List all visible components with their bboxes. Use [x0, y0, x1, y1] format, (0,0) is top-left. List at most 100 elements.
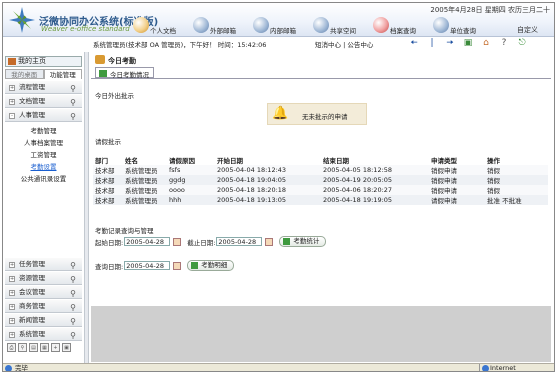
external-mail-icon	[193, 17, 209, 33]
search-icon[interactable]: ⚲	[70, 329, 76, 342]
refresh-icon[interactable]: ▣	[462, 38, 474, 48]
nav-personal-docs[interactable]: 个人文档	[129, 16, 189, 35]
message-center-links[interactable]: 短消中心 | 公告中心	[315, 39, 373, 49]
col-name: 姓名	[125, 157, 138, 165]
cell: 销假申请	[429, 165, 485, 175]
back-arrow-icon[interactable]: 🠤	[408, 38, 420, 48]
search-icon[interactable]: ⚲	[70, 96, 76, 109]
main-panel: 今日考勤 今日考勤情况 今日外出批示 🔔 无未批示的申请 请假批示 部门 姓名 …	[91, 52, 551, 362]
cell: hhh	[167, 195, 215, 205]
nav-unit-query[interactable]: 单位查询	[429, 16, 489, 35]
tab-my-desktop[interactable]: 我的桌面	[5, 69, 44, 79]
search-icon[interactable]: ⚲	[70, 287, 76, 300]
sidebar-item-documents[interactable]: + 文档管理 ⚲	[5, 95, 82, 108]
window-icon[interactable]: ▣	[62, 343, 71, 352]
cancel-leave-link[interactable]: 销假	[485, 165, 548, 175]
find-icon[interactable]: ⚲	[18, 343, 27, 352]
sidebar-tabs: 我的桌面 功能管理	[5, 69, 82, 79]
cancel-leave-link[interactable]: 销假	[485, 185, 548, 195]
col-action: 操作	[487, 157, 500, 165]
cell: 技术部	[93, 195, 123, 205]
table-row: 技术部 系统管理员 oooo 2005-04-18 18:20:18 2005-…	[93, 185, 548, 195]
help-icon[interactable]: ?	[498, 38, 510, 48]
sidebar-item-tasks[interactable]: + 任务管理 ⚲	[5, 258, 82, 271]
attendance-detail-button[interactable]: 考勤明细	[187, 260, 235, 271]
nav-internal-mail[interactable]: 内部邮箱	[249, 16, 309, 35]
submenu-attendance-settings[interactable]: 考勤设置	[5, 161, 82, 171]
notice-box: 🔔 无未批示的申请	[267, 103, 367, 125]
bell-icon: 🔔	[272, 106, 289, 121]
cell: 2005-04-18 19:13:05	[215, 195, 321, 205]
tab-today-attendance[interactable]: 今日考勤情况	[95, 67, 154, 79]
cell: 技术部	[93, 165, 123, 175]
cancel-leave-link[interactable]: 销假	[485, 175, 548, 185]
separator: |	[430, 38, 434, 48]
sidebar-item-business[interactable]: + 商务管理 ⚲	[5, 300, 82, 313]
today-out-heading: 今日外出批示	[95, 92, 134, 100]
start-date-field[interactable]: 2005-04-28	[124, 237, 171, 246]
nav-shared-space[interactable]: 共享空间	[309, 16, 369, 35]
submenu-salary[interactable]: 工资管理	[5, 149, 82, 159]
exit-icon[interactable]: ⎋	[516, 38, 528, 48]
sidebar-item-news[interactable]: + 新闻管理 ⚲	[5, 314, 82, 327]
app-subtitle: Weaver e-office standard	[41, 25, 130, 33]
weaver-logo-icon	[9, 7, 35, 33]
document-icon	[283, 238, 291, 245]
attendance-stats-button[interactable]: 考勤统计	[279, 236, 327, 247]
tab-function-management[interactable]: 功能管理	[43, 69, 82, 79]
home-icon[interactable]: ⌂	[480, 38, 492, 48]
col-dept: 部门	[95, 157, 108, 165]
app-header: 泛微协同办公系统(标准版) Weaver e-office standard 2…	[3, 3, 554, 37]
calendar-icon[interactable]	[265, 237, 274, 246]
document-icon	[99, 70, 107, 77]
table-header-row: 部门 姓名 请假原因 开始日期 结束日期 申请类型 操作	[93, 155, 548, 165]
my-homepage-link[interactable]: 我的主页	[5, 56, 82, 67]
nav-external-mail[interactable]: 外部邮箱	[189, 16, 249, 35]
query-heading: 考勤记录查询与管理	[95, 227, 154, 235]
sidebar-item-system[interactable]: + 系统管理 ⚲	[5, 328, 82, 341]
search-icon[interactable]: ⚲	[70, 259, 76, 272]
search-icon[interactable]: ⚲	[70, 82, 76, 95]
sidebar-tools: ⎙ ⚲ ▤ ▦ + ▣	[7, 343, 71, 352]
approve-links[interactable]: 批准 不批准	[485, 195, 548, 205]
cell: 系统管理员	[123, 185, 167, 195]
table-row: 技术部 系统管理员 hhh 2005-04-18 19:13:05 2005-0…	[93, 195, 548, 205]
submenu-hr-archive[interactable]: 人事档案管理	[5, 137, 82, 147]
search-icon[interactable]: ⚲	[70, 110, 76, 123]
expand-icon: +	[9, 304, 15, 310]
customize-link[interactable]: 自定义	[517, 25, 538, 35]
ie-page-icon	[5, 365, 12, 371]
query-date-field[interactable]: 2005-04-28	[124, 261, 171, 270]
forward-arrow-icon[interactable]: 🠦	[444, 38, 456, 48]
header-datetime: 2005年4月28日 星期四 农历三月二十	[430, 6, 550, 14]
unit-query-icon	[433, 17, 449, 33]
sidebar-splitter[interactable]	[84, 52, 89, 364]
cell: 系统管理员	[123, 165, 167, 175]
cell: 技术部	[93, 185, 123, 195]
cell: 请假申请	[429, 195, 485, 205]
cell: 2005-04-19 20:05:05	[321, 175, 429, 185]
calendar-icon[interactable]	[173, 237, 182, 246]
submenu-attendance[interactable]: 考勤管理	[5, 125, 82, 135]
sidebar-item-hr[interactable]: - 人事管理 ⚲	[5, 109, 82, 122]
submenu-address-book[interactable]: 公共通讯录设置	[5, 173, 82, 183]
sidebar-item-workflow[interactable]: + 流程管理 ⚲	[5, 81, 82, 94]
page-title: 今日考勤	[95, 55, 136, 66]
sidebar-item-resources[interactable]: + 资源管理 ⚲	[5, 272, 82, 285]
cell: 2005-04-18 19:19:05	[321, 195, 429, 205]
end-date-field[interactable]: 2005-04-28	[216, 237, 263, 246]
expand-icon: +	[9, 99, 15, 105]
print-icon[interactable]: ⎙	[7, 343, 16, 352]
expand-icon: +	[9, 318, 15, 324]
calendar-icon[interactable]	[173, 261, 182, 270]
nav-archive-query[interactable]: 档案查询	[369, 16, 429, 35]
add-icon[interactable]: +	[51, 343, 60, 352]
search-icon[interactable]: ⚲	[70, 301, 76, 314]
search-icon[interactable]: ⚲	[70, 273, 76, 286]
calendar-icon[interactable]: ▦	[40, 343, 49, 352]
search-icon[interactable]: ⚲	[70, 315, 76, 328]
table-row: 技术部 系统管理员 fsfs 2005-04-04 18:12:43 2005-…	[93, 165, 548, 175]
sidebar-item-meetings[interactable]: + 会议管理 ⚲	[5, 286, 82, 299]
expand-icon: +	[9, 276, 15, 282]
notes-icon[interactable]: ▤	[29, 343, 38, 352]
